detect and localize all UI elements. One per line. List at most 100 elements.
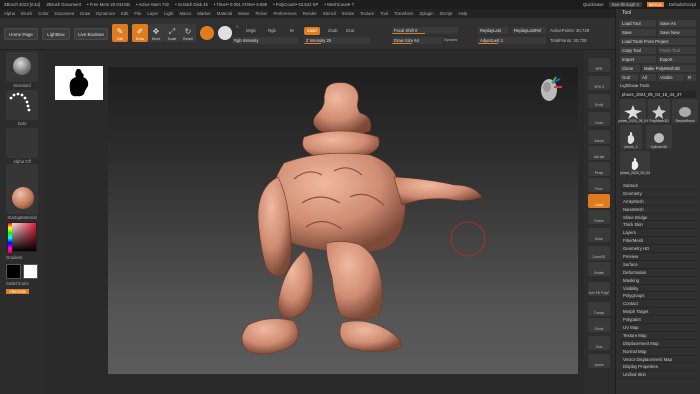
- material-sphere-icon[interactable]: [200, 26, 214, 40]
- shelf-spix-3-button[interactable]: SPix 3: [588, 76, 610, 90]
- shelf-frame-button[interactable]: Frame: [588, 210, 610, 224]
- shelf-move-button[interactable]: Move: [588, 228, 610, 242]
- z-intensity-slider[interactable]: Z Intensity 25: [304, 37, 370, 44]
- save-as-button[interactable]: Save As: [658, 20, 696, 27]
- make-polymesh-button[interactable]: Make PolyMesh3D: [642, 65, 696, 72]
- menu-marker[interactable]: Marker: [197, 11, 210, 16]
- shelf-bpr-button[interactable]: BPR: [588, 58, 610, 72]
- menu-preferences[interactable]: Preferences: [273, 11, 296, 16]
- alpha-picker[interactable]: Alpha Off: [5, 128, 39, 164]
- menu-zplugin[interactable]: Zplugin: [419, 11, 433, 16]
- menu-light[interactable]: Light: [164, 11, 173, 16]
- subtool-thumb-4[interactable]: phoes_2: [620, 125, 642, 149]
- subpalette-normal-map[interactable]: Normal Map: [620, 348, 697, 356]
- import-button[interactable]: Import: [620, 56, 656, 63]
- subpalette-masking[interactable]: Masking: [620, 277, 697, 285]
- menus-button[interactable]: Menus: [646, 2, 664, 7]
- subpalette-thick-skin[interactable]: Thick Skin: [620, 221, 697, 230]
- menu-picker[interactable]: Picker: [256, 11, 268, 16]
- rotate-mode-button[interactable]: ↻ Rotate: [180, 24, 196, 42]
- subtool-thumb-5[interactable]: Cylinder3D: [646, 125, 672, 149]
- switch-color-button[interactable]: SwitchColor: [6, 281, 29, 286]
- r-button[interactable]: R: [686, 74, 696, 81]
- subtool-thumb-2[interactable]: PolyMesh3D: [648, 99, 670, 123]
- subpalette-preview[interactable]: Preview: [620, 253, 697, 261]
- primary-color-swatch[interactable]: [6, 264, 21, 279]
- subpalette-layers[interactable]: Layers: [620, 229, 697, 238]
- save-button[interactable]: Save: [620, 29, 656, 36]
- focal-shift-slider[interactable]: Focal Shift 0: [392, 27, 458, 34]
- color-sphere-icon[interactable]: [218, 26, 232, 40]
- all-button[interactable]: All: [640, 74, 656, 81]
- shelf-floor-button[interactable]: Floor: [588, 178, 610, 192]
- default-script-button[interactable]: DefaultZScript: [669, 2, 696, 7]
- quicksave-button[interactable]: QuickSave: [583, 2, 604, 7]
- menu-layer[interactable]: Layer: [147, 11, 158, 16]
- subpalette-display-properties[interactable]: Display Properties: [620, 363, 697, 372]
- subpalette-slime-bridge[interactable]: Slime Bridge: [620, 214, 697, 222]
- shelf-actual-button[interactable]: Actual: [588, 130, 610, 144]
- edit-mode-button[interactable]: ✎ Edit: [112, 24, 128, 42]
- replay-last-button[interactable]: ReplayLast: [478, 27, 508, 34]
- rgb-intensity-slider[interactable]: Rgb Intensity: [232, 37, 298, 44]
- load-tool-button[interactable]: Load Tool: [620, 20, 656, 27]
- menu-file[interactable]: File: [134, 11, 141, 16]
- m-toggle[interactable]: M: [290, 28, 294, 33]
- scale-mode-button[interactable]: ⤢ Scale: [164, 24, 180, 42]
- subpalette-displacement-map[interactable]: Displacement Map: [620, 340, 697, 348]
- menu-stencil[interactable]: Stencil: [323, 11, 336, 16]
- shelf-transp-button[interactable]: Transp: [588, 302, 610, 316]
- mrgb-toggle[interactable]: Mrgb: [246, 28, 256, 33]
- menu-document[interactable]: Document: [55, 11, 75, 16]
- draw-size-slider[interactable]: Draw Size 64: [392, 37, 442, 44]
- material-picker[interactable]: StartupMaterial: [5, 184, 39, 220]
- subpalette-surface[interactable]: Surface: [620, 261, 697, 269]
- export-button[interactable]: Export: [658, 56, 696, 63]
- adjust-last-slider[interactable]: AdjustLast 1: [478, 37, 546, 44]
- navigation-gizmo-icon[interactable]: [536, 73, 566, 105]
- subtool-thumb-1[interactable]: phoes_2024_05_04: [618, 99, 648, 123]
- subpalette-deformation[interactable]: Deformation: [620, 269, 697, 277]
- sculpt-model[interactable]: [108, 67, 578, 374]
- shelf-local-button[interactable]: Local: [588, 194, 610, 208]
- menu-stroke[interactable]: Stroke: [342, 11, 354, 16]
- shelf-ghost-button[interactable]: Ghost: [588, 318, 610, 332]
- menu-draw[interactable]: Draw: [80, 11, 90, 16]
- subpalette-nanomesh[interactable]: NanoMesh: [620, 206, 697, 214]
- menu-render[interactable]: Render: [303, 11, 317, 16]
- replay-last-rel-button[interactable]: ReplayLastRel: [512, 27, 546, 34]
- subpalette-polygroups[interactable]: Polygroups: [620, 292, 697, 301]
- alternate-button[interactable]: Alternate: [6, 289, 30, 294]
- shelf-scroll-button[interactable]: Scroll: [588, 94, 610, 108]
- clone-button[interactable]: Clone: [620, 65, 640, 72]
- home-page-button[interactable]: Home Page: [4, 28, 38, 40]
- subpalette-polypaint[interactable]: Polypaint: [620, 316, 697, 325]
- goz-button[interactable]: GoZ: [620, 74, 638, 81]
- brush-picker[interactable]: Standard: [5, 52, 39, 88]
- menu-alpha[interactable]: Alpha: [4, 11, 15, 16]
- menu-texture[interactable]: Texture: [360, 11, 374, 16]
- subtool-thumb-6[interactable]: phoes_2024_05_04: [620, 151, 650, 175]
- menu-transform[interactable]: Transform: [394, 11, 413, 16]
- zcut-toggle[interactable]: Zcut: [346, 28, 354, 33]
- subpalette-subtool[interactable]: Subtool: [620, 182, 697, 190]
- subpalette-morph-target[interactable]: Morph Target: [620, 308, 697, 317]
- load-tools-project-button[interactable]: Load Tools From Project: [620, 38, 696, 45]
- subpalette-arraymesh[interactable]: ArrayMesh: [620, 198, 697, 206]
- subtool-thumb-3[interactable]: SimpleBrush: [672, 99, 698, 123]
- live-boolean-button[interactable]: Live Boolean: [74, 28, 108, 40]
- menu-edit[interactable]: Edit: [121, 11, 128, 16]
- subpalette-unified-skin[interactable]: Unified Skin: [620, 371, 697, 380]
- menu-brush[interactable]: Brush: [21, 11, 32, 16]
- menu-material[interactable]: Material: [217, 11, 232, 16]
- rgb-toggle[interactable]: Rgb: [268, 28, 276, 33]
- subpalette-geometry[interactable]: Geometry: [620, 190, 697, 198]
- shelf-zoom-button[interactable]: Zoom: [588, 112, 610, 126]
- shelf-xpose-button[interactable]: Xpose: [588, 354, 610, 368]
- document-viewport[interactable]: [108, 67, 578, 374]
- draw-mode-button[interactable]: ✐ Draw: [132, 24, 148, 42]
- shelf-aahalf-button[interactable]: AAHalf: [588, 146, 610, 160]
- menu-dynamics[interactable]: Dynamics: [96, 11, 115, 16]
- subpalette-fibermesh[interactable]: FiberMesh: [620, 237, 697, 246]
- subpalette-visibility[interactable]: Visibility: [620, 285, 697, 293]
